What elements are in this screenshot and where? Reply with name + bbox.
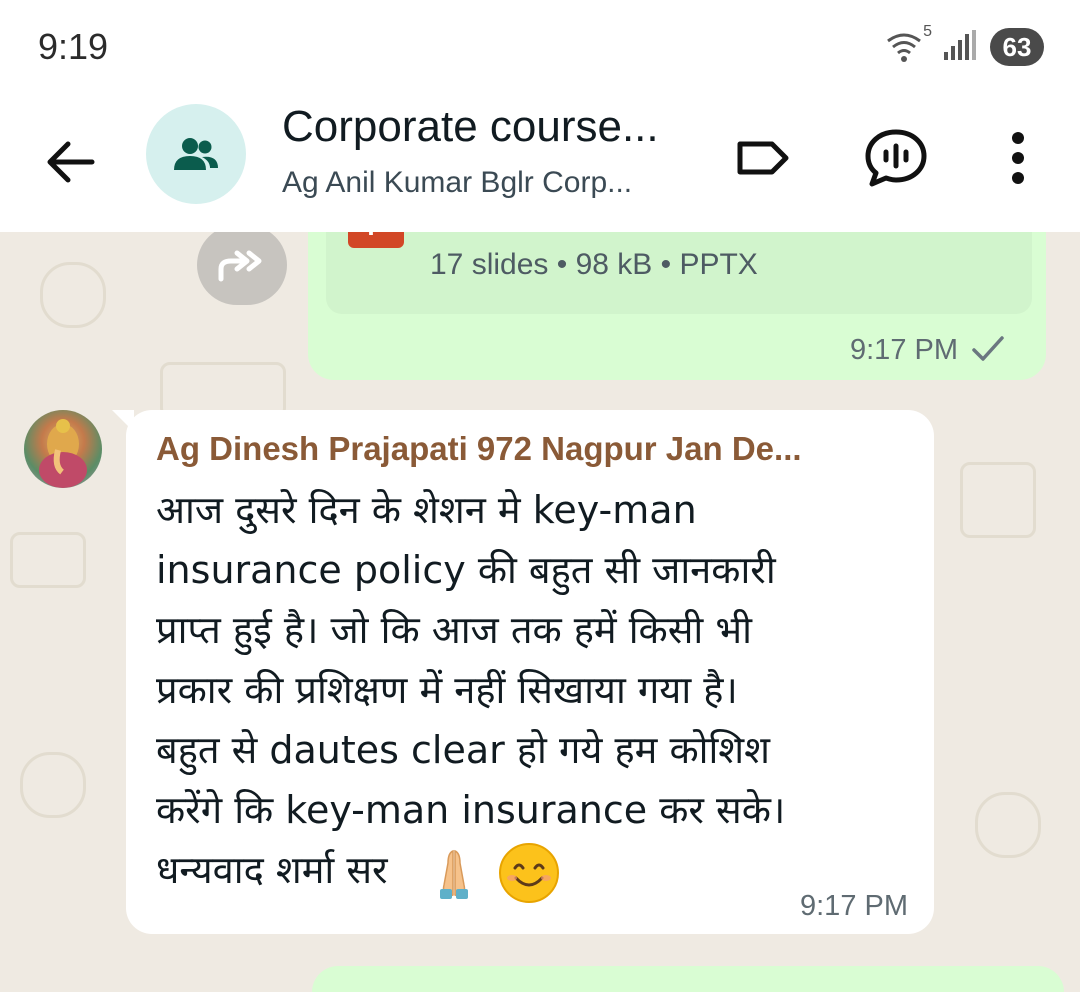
signal-icon — [942, 30, 976, 64]
more-vert-icon — [1012, 132, 1024, 184]
voice-chat-button[interactable] — [864, 126, 928, 190]
wallpaper-doodle — [40, 262, 106, 328]
message-line: प्राप्त हुई है। जो कि आज तक हमें किसी भी — [156, 608, 752, 652]
status-icons: 5 63 — [884, 23, 1044, 66]
chat-header: Corporate course... Ag Anil Kumar Bglr C… — [0, 96, 1080, 232]
message-line: insurance policy की बहुत सी जानकारी — [156, 548, 776, 592]
message-line: बहुत से dautes clear हो गये हम कोशिश — [156, 728, 770, 772]
file-meta: 17 slides • 98 kB • PPTX — [430, 248, 758, 281]
voice-chat-icon — [865, 129, 927, 187]
chat-subtitle[interactable]: Ag Anil Kumar Bglr Corp... — [282, 166, 702, 200]
back-arrow-icon — [47, 141, 95, 183]
incoming-timestamp: 9:17 PM — [800, 890, 908, 922]
status-time: 9:19 — [38, 26, 109, 67]
battery-indicator: 63 — [990, 28, 1044, 66]
back-button[interactable] — [38, 130, 102, 194]
message-line: प्रकार की प्रशिक्षण में नहीं सिखाया गया … — [156, 668, 738, 712]
message-text: आज दुसरे दिन के शेशन मे key-man insuranc… — [156, 480, 926, 906]
message-line: करेंगे कि key-man insurance कर सके। — [156, 788, 786, 832]
outgoing-timestamp: 9:17 PM — [850, 334, 958, 366]
group-icon — [174, 138, 218, 170]
sender-avatar[interactable] — [24, 410, 102, 488]
message-line: आज दुसरे दिन के शेशन मे key-man — [156, 488, 697, 532]
sender-name[interactable]: Ag Dinesh Prajapati 972 Nagpur Jan De... — [156, 430, 906, 468]
chat-area[interactable]: P 17 slides • 98 kB • PPTX 9:17 PM Ag Di… — [0, 232, 1080, 992]
forward-button[interactable] — [197, 232, 287, 305]
file-attachment-card[interactable]: P 17 slides • 98 kB • PPTX — [326, 232, 1032, 314]
more-options-button[interactable] — [986, 126, 1050, 190]
label-button[interactable] — [730, 126, 794, 190]
next-outgoing-message[interactable] — [312, 966, 1064, 992]
wallpaper-doodle — [975, 792, 1041, 858]
check-icon — [972, 336, 1004, 361]
pptx-file-icon: P — [348, 232, 404, 248]
smiling-face-emoji — [498, 842, 559, 903]
label-icon — [737, 141, 789, 175]
incoming-message[interactable]: Ag Dinesh Prajapati 972 Nagpur Jan De...… — [126, 410, 934, 934]
message-closing-text: धन्यवाद शर्मा सर — [156, 848, 388, 892]
wifi-icon: 5 — [884, 23, 932, 65]
forward-icon — [218, 250, 262, 282]
wallpaper-doodle — [10, 532, 86, 588]
sender-avatar-image — [39, 419, 87, 488]
wifi-generation-label: 5 — [923, 23, 932, 40]
chat-title[interactable]: Corporate course... — [282, 102, 702, 152]
wallpaper-doodle — [20, 752, 86, 818]
group-avatar[interactable] — [146, 104, 246, 204]
folded-hands-emoji — [439, 849, 468, 899]
status-bar: 9:19 5 63 — [0, 0, 1080, 96]
